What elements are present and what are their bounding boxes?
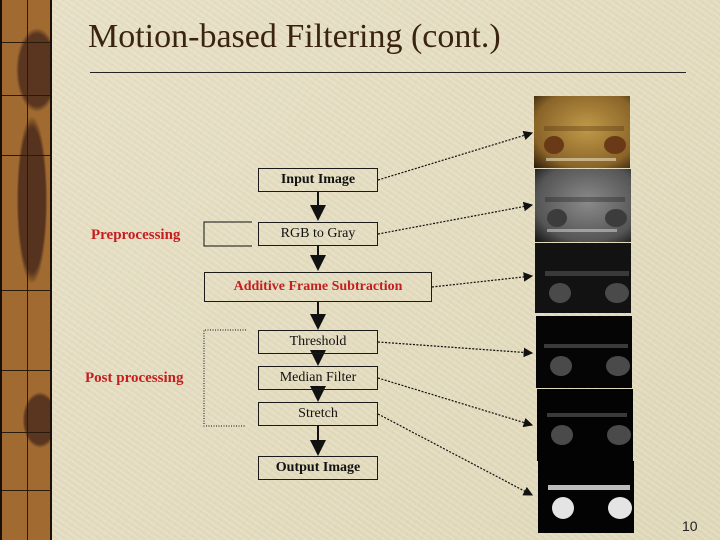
thumbnail-connectors [377,130,534,496]
post-processing-label: Post processing [85,370,184,386]
page-number: 10 [682,518,698,534]
gray-frame-thumbnail [535,169,631,242]
additive-frame-subtraction-step: Additive Frame Subtraction [204,272,432,302]
post-processing-bracket [203,329,246,427]
median-filter-step: Median Filter [258,366,378,390]
output-image-step: Output Image [258,456,378,480]
stretch-step: Stretch [258,402,378,426]
median-frame-thumbnail [537,389,633,461]
subtracted-frame-thumbnail [535,243,631,313]
rgb-to-gray-step: RGB to Gray [258,222,378,246]
input-frame-thumbnail [534,96,630,168]
threshold-frame-thumbnail [536,316,632,388]
preprocessing-label: Preprocessing [91,227,181,243]
preprocessing-bracket [203,221,252,247]
output-frame-thumbnail [538,461,634,533]
threshold-step: Threshold [258,330,378,354]
input-image-step: Input Image [258,168,378,192]
